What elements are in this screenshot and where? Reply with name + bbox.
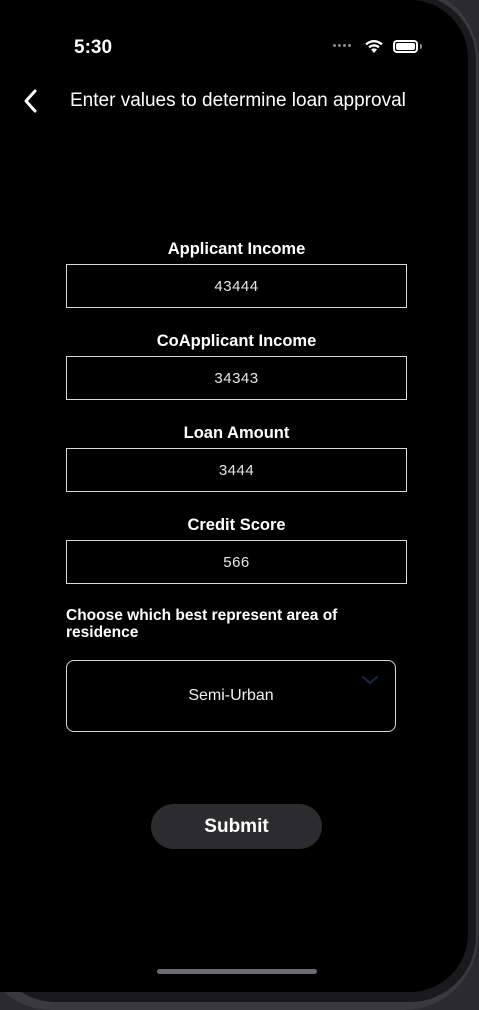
- status-time: 5:30: [74, 37, 113, 58]
- applicant-income-label: Applicant Income: [167, 240, 306, 258]
- loan-amount-label: Loan Amount: [183, 424, 290, 442]
- residence-selected-value: Semi-Urban: [188, 687, 274, 704]
- applicant-income-input[interactable]: 43444: [66, 264, 407, 308]
- app-screen: 5:30 Enter values to determine loan appr…: [0, 0, 468, 992]
- chevron-left-icon[interactable]: [20, 87, 42, 115]
- chevron-down-icon: [362, 676, 378, 684]
- page-title: Enter values to determine loan approval: [70, 90, 406, 111]
- wifi-icon: [365, 40, 383, 53]
- signal-dots-icon: [333, 44, 351, 47]
- battery-nub: [420, 44, 422, 49]
- credit-score-input[interactable]: 566: [66, 540, 407, 584]
- residence-picker[interactable]: Semi-Urban: [66, 660, 396, 732]
- credit-score-label: Credit Score: [187, 516, 286, 534]
- battery-icon: [393, 40, 418, 53]
- loan-amount-input[interactable]: 3444: [66, 448, 407, 492]
- home-indicator[interactable]: [157, 969, 317, 974]
- coapplicant-income-label: CoApplicant Income: [156, 332, 317, 350]
- residence-label: Choose which best represent area of resi…: [66, 607, 338, 641]
- submit-button[interactable]: Submit: [151, 804, 322, 849]
- coapplicant-income-input[interactable]: 34343: [66, 356, 407, 400]
